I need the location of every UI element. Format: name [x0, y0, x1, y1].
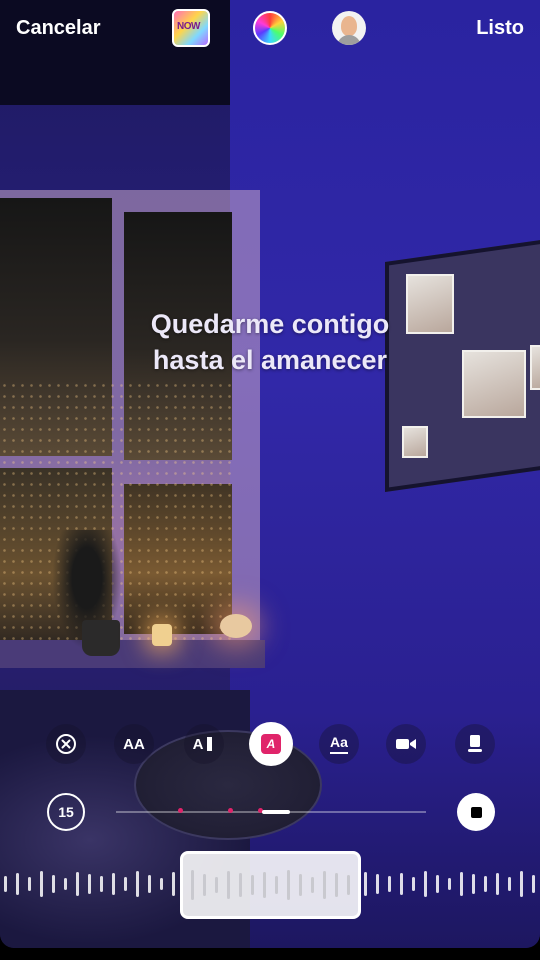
waveform-bar	[496, 873, 499, 895]
song-progress-fill	[262, 810, 290, 814]
avatar-body	[337, 35, 361, 45]
waveform-bar	[347, 875, 350, 895]
remove-lyrics-icon	[56, 734, 76, 754]
clip-duration-button[interactable]: 15	[47, 793, 85, 831]
candle	[152, 624, 172, 646]
waveform-bar	[275, 876, 278, 894]
plant-pot	[82, 620, 120, 656]
sticker-card-button[interactable]	[455, 724, 495, 764]
waveform-bar	[239, 873, 242, 897]
waveform-bar	[112, 873, 115, 895]
waveform-bar	[400, 873, 403, 895]
text-cursor-icon	[207, 737, 213, 751]
done-button[interactable]: Listo	[476, 17, 524, 40]
video-clip-icon	[396, 739, 416, 749]
waveform-bar	[215, 877, 218, 893]
lyrics-marker	[228, 808, 233, 813]
waveform-bar	[100, 876, 103, 892]
waveform-bar	[508, 877, 511, 891]
waveform-bar	[484, 876, 487, 892]
waveform-bar	[263, 872, 266, 898]
tv-photo	[402, 426, 428, 458]
clip-range-selector[interactable]	[180, 851, 361, 919]
album-art-text: NOW	[177, 21, 200, 32]
waveform-bar	[172, 872, 175, 896]
lyrics-line: hasta el amanecer	[152, 345, 388, 375]
waveform-bar	[40, 871, 43, 897]
remove-lyrics-button[interactable]	[46, 724, 86, 764]
waveform-bar	[376, 874, 379, 894]
text-style-button[interactable]: A	[184, 724, 224, 764]
waveform-bar	[76, 872, 79, 896]
waveform-bar	[191, 870, 194, 900]
karaoke-style-button[interactable]: Aa	[319, 724, 359, 764]
waveform-bar	[148, 875, 151, 893]
text-size-button[interactable]: AA	[114, 724, 154, 764]
top-bar: Cancelar NOW Listo	[0, 0, 540, 60]
text-size-icon: AA	[123, 735, 145, 753]
highlight-style-button[interactable]: A	[249, 722, 293, 766]
waveform-bar	[448, 878, 451, 890]
waveform-bar	[311, 877, 314, 893]
waveform-bar	[424, 871, 427, 897]
waveform-bar	[388, 876, 391, 892]
waveform-bar	[472, 874, 475, 894]
vinyl-record	[134, 730, 322, 840]
waveform-bar	[436, 875, 439, 893]
waveform-bar	[4, 876, 7, 892]
waveform-bar	[227, 871, 230, 899]
waveform-bar	[136, 871, 139, 897]
text-style-icon: A	[192, 735, 204, 753]
lamp	[220, 614, 252, 638]
waveform-bar	[287, 870, 290, 900]
lyrics-text[interactable]: Quedarme contigo hasta el amanecer	[0, 306, 540, 378]
waveform-bar	[203, 874, 206, 896]
color-picker-icon[interactable]	[253, 11, 287, 45]
karaoke-style-icon: Aa	[330, 734, 348, 750]
album-art-thumbnail[interactable]: NOW	[172, 9, 210, 47]
lyrics-line: Quedarme contigo	[150, 309, 390, 339]
stop-icon	[470, 806, 482, 818]
window-sill	[0, 640, 265, 668]
waveform-bar	[88, 874, 91, 894]
waveform-bar	[460, 872, 463, 896]
sticker-card-icon	[468, 735, 482, 752]
waveform-bar	[251, 875, 254, 895]
waveform-bar	[335, 873, 338, 897]
waveform-bar	[28, 877, 31, 891]
cancel-button[interactable]: Cancelar	[16, 17, 101, 40]
waveform-bar	[52, 875, 55, 893]
lyrics-marker	[178, 808, 183, 813]
waveform-bar	[299, 874, 302, 896]
video-clip-button[interactable]	[386, 724, 426, 764]
waveform-bar	[16, 873, 19, 895]
waveform-bar	[364, 872, 367, 896]
stop-button[interactable]	[457, 793, 495, 831]
avatar-face	[341, 16, 357, 36]
waveform-bar	[124, 877, 127, 891]
waveform-bar	[520, 871, 523, 897]
waveform-bar	[323, 871, 326, 899]
highlight-style-icon: A	[266, 737, 276, 751]
avatar[interactable]	[332, 11, 366, 45]
waveform-bar	[64, 878, 67, 890]
waveform-bar	[412, 877, 415, 891]
waveform-bar	[532, 875, 535, 893]
waveform-bar	[160, 878, 163, 890]
